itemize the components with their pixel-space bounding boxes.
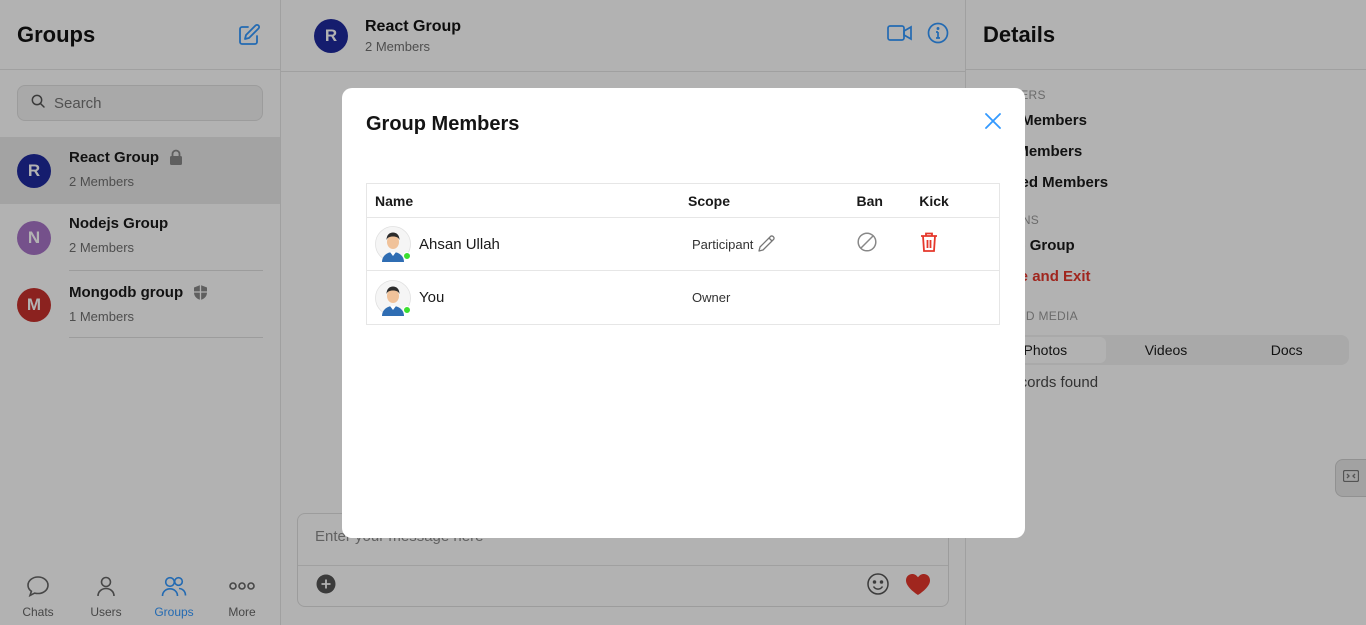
members-table: Name Scope Ban Kick Ahsan Ullah Particip… — [366, 183, 1000, 325]
online-status-dot — [403, 252, 411, 260]
avatar — [375, 279, 411, 316]
avatar — [375, 226, 411, 262]
edit-scope-icon[interactable] — [755, 233, 777, 255]
column-scope: Scope — [688, 192, 731, 209]
table-row: Ahsan Ullah Participant — [367, 218, 999, 271]
member-name: Ahsan Ullah — [419, 235, 500, 253]
online-status-dot — [403, 305, 411, 314]
close-icon[interactable] — [981, 109, 1005, 133]
ban-icon[interactable] — [857, 231, 878, 257]
member-scope: Participant — [691, 236, 754, 252]
group-members-modal: Group Members Name Scope Ban Kick Ahsan … — [342, 88, 1025, 538]
table-header: Name Scope Ban Kick — [367, 184, 999, 218]
column-kick: Kick — [919, 192, 949, 209]
table-row: You Owner — [367, 271, 999, 324]
column-name: Name — [375, 192, 414, 209]
trash-icon[interactable] — [919, 231, 939, 258]
modal-title: Group Members — [366, 113, 520, 135]
member-name: You — [419, 289, 445, 306]
column-ban: Ban — [856, 192, 883, 209]
member-scope: Owner — [691, 290, 731, 305]
